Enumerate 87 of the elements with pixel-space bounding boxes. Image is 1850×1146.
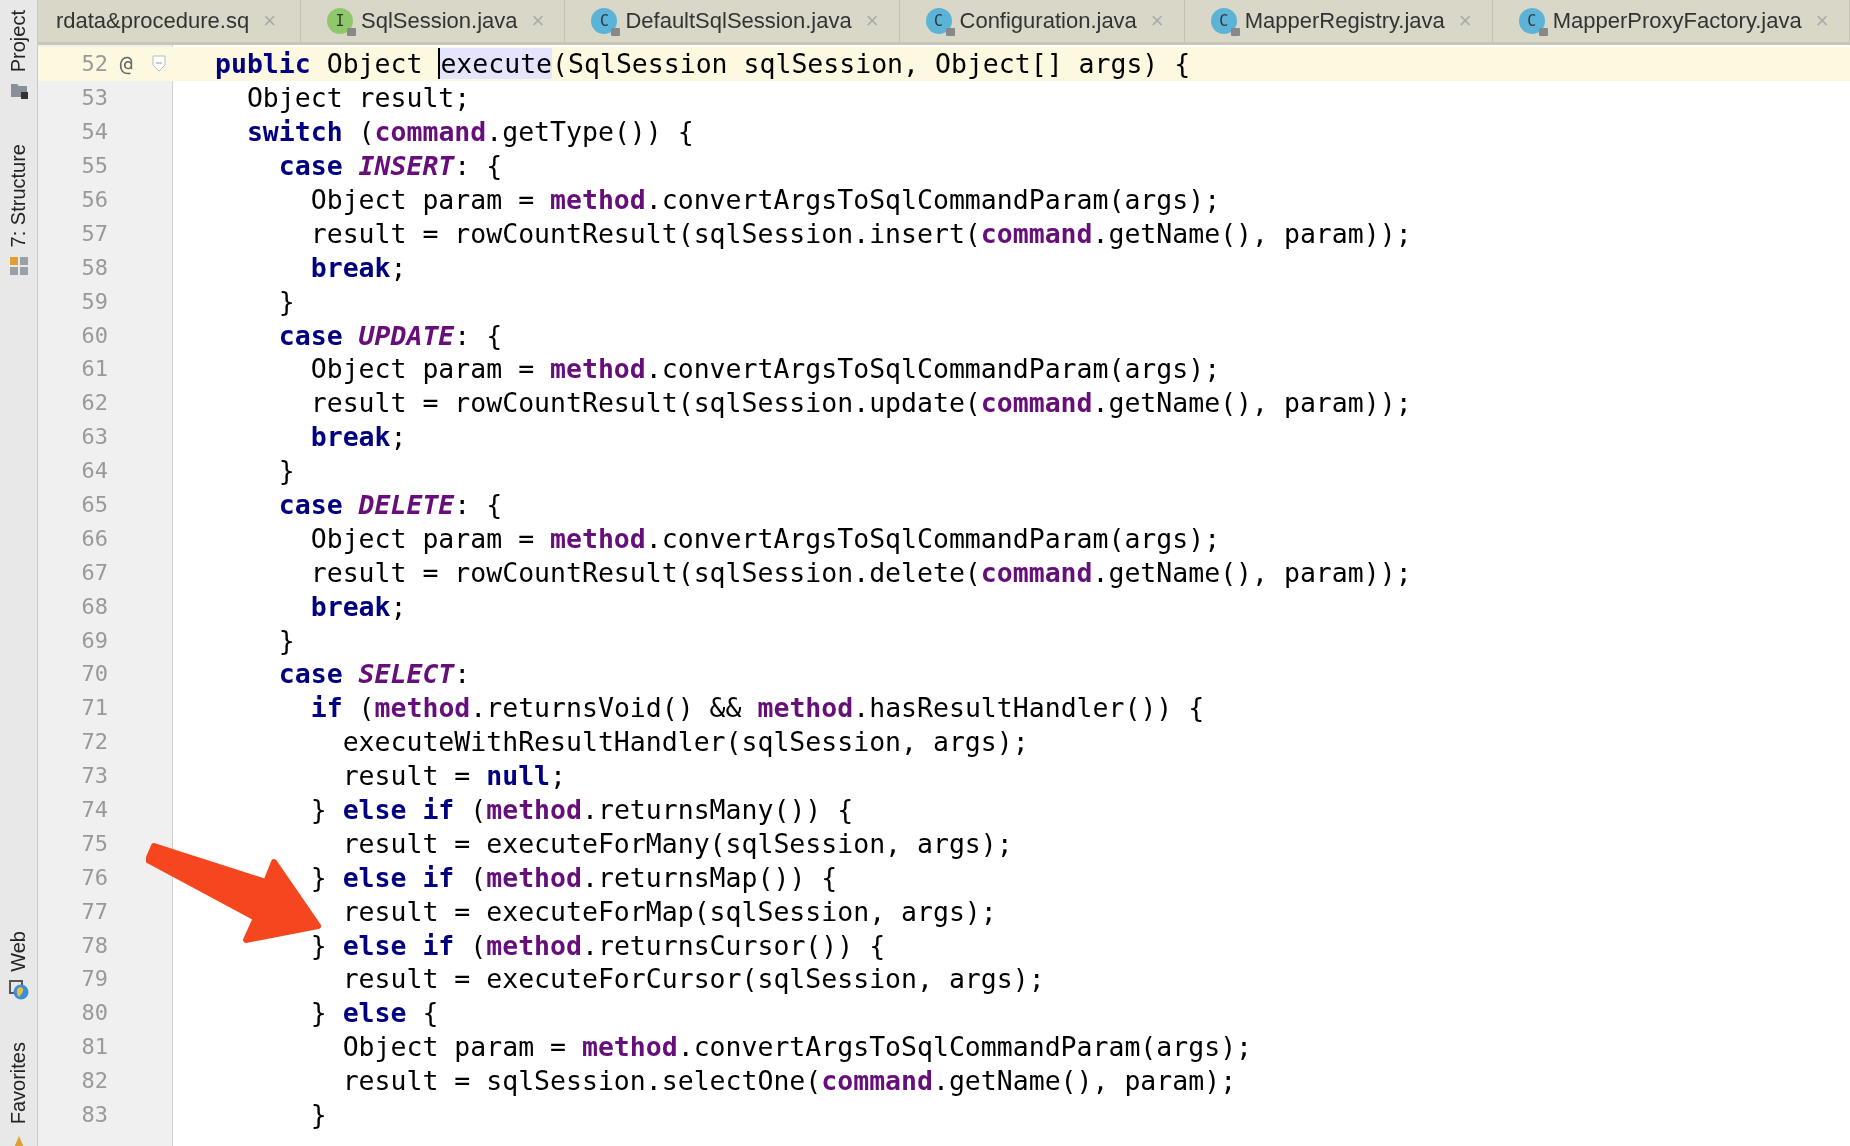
line-number: 75 bbox=[80, 830, 108, 856]
line-number: 78 bbox=[80, 932, 108, 958]
line-number: 83 bbox=[80, 1102, 108, 1128]
code-line: } else if (method.returnsMany()) { bbox=[309, 794, 854, 826]
editor-tab[interactable]: rdata&procedure.sq × bbox=[38, 0, 301, 42]
line-number: 74 bbox=[80, 797, 108, 823]
line-number: 82 bbox=[80, 1068, 108, 1094]
code-line: } bbox=[277, 285, 295, 317]
code-line: result = executeForMany(sqlSession, args); bbox=[341, 827, 1013, 859]
line-number: 63 bbox=[80, 424, 108, 450]
tab-label: rdata&procedure.sq bbox=[55, 8, 250, 34]
tab-label: Configuration.java bbox=[959, 8, 1137, 34]
code-line: case SELECT: bbox=[277, 658, 471, 690]
structure-icon bbox=[8, 255, 29, 276]
code-line: executeWithResultHandler(sqlSession, args); bbox=[341, 726, 1029, 758]
class-icon: C bbox=[591, 8, 618, 34]
editor-tab[interactable]: I SqlSession.java × bbox=[301, 0, 566, 42]
code-line: Object param = method.convertArgsToSqlCommandParam(args); bbox=[309, 353, 1221, 385]
code-line: result = sqlSession.selectOne(command.getName(), param); bbox=[341, 1065, 1237, 1097]
line-number: 61 bbox=[80, 356, 108, 382]
code-line: Object param = method.convertArgsToSqlCommandParam(args); bbox=[309, 184, 1221, 215]
line-number: 65 bbox=[80, 492, 108, 517]
code-line: } else if (method.returnsMap()) { bbox=[309, 861, 838, 893]
code-line: result = executeForCursor(sqlSession, args); bbox=[341, 963, 1045, 995]
line-number: 76 bbox=[80, 864, 108, 890]
line-number: 79 bbox=[80, 966, 108, 992]
tab-label: SqlSession.java bbox=[361, 8, 518, 34]
editor-tab[interactable]: C Configuration.java × bbox=[899, 0, 1185, 42]
override-marker: @ bbox=[119, 51, 133, 77]
code-line: case DELETE: { bbox=[277, 489, 503, 520]
code-line: } bbox=[309, 1099, 327, 1131]
tool-window-tab[interactable]: Web bbox=[7, 931, 30, 972]
code-line: result = rowCountResult(sqlSession.delete(command.getName(), param)); bbox=[309, 556, 1412, 588]
line-number: 69 bbox=[80, 627, 108, 653]
class-icon: C bbox=[925, 8, 952, 34]
code-line: break; bbox=[309, 590, 407, 622]
code-line: switch (command.getType()) { bbox=[245, 116, 694, 148]
class-icon: C bbox=[1210, 8, 1237, 34]
class-icon: C bbox=[1518, 8, 1545, 34]
line-number: 72 bbox=[80, 729, 108, 755]
code-line: result = rowCountResult(sqlSession.insert(command.getName(), param)); bbox=[309, 217, 1412, 249]
line-number: 80 bbox=[80, 1000, 108, 1026]
line-number: 56 bbox=[80, 187, 108, 212]
line-number: 60 bbox=[80, 322, 108, 348]
editor-tab[interactable]: C MapperRegistry.java × bbox=[1184, 0, 1493, 42]
line-number: 67 bbox=[80, 559, 108, 585]
tool-window-tab[interactable]: 7: Structure bbox=[7, 144, 30, 248]
line-number: 68 bbox=[80, 593, 108, 619]
line-number: 62 bbox=[80, 390, 108, 416]
interface-icon: I bbox=[327, 8, 353, 34]
line-number: 81 bbox=[80, 1034, 108, 1060]
tool-window-tab[interactable]: Favorites bbox=[7, 1041, 30, 1124]
code-line: Object param = method.convertArgsToSqlCommandParam(args); bbox=[341, 1031, 1253, 1063]
code-line: break; bbox=[309, 421, 407, 453]
line-number: 71 bbox=[80, 695, 108, 721]
editor-tab[interactable]: C DefaultSqlSession.java × bbox=[565, 0, 900, 42]
line-number: 57 bbox=[80, 220, 108, 246]
line-number: 77 bbox=[80, 898, 108, 924]
line-number: 55 bbox=[80, 153, 108, 179]
code-line: if (method.returnsVoid() && method.hasResultHandler()) { bbox=[309, 692, 1205, 724]
line-number: 59 bbox=[80, 288, 108, 314]
code-line: result = executeForMap(sqlSession, args); bbox=[341, 895, 997, 927]
line-number: 73 bbox=[80, 763, 108, 789]
line-number: 70 bbox=[80, 661, 108, 687]
code-line: } bbox=[277, 624, 295, 656]
tool-window-tab[interactable]: Project bbox=[7, 10, 30, 73]
line-number: 66 bbox=[80, 525, 108, 551]
line-number: 58 bbox=[80, 254, 108, 280]
tab-label: MapperProxyFactory.java bbox=[1552, 8, 1802, 34]
code-line: break; bbox=[309, 251, 407, 283]
code-line: result = null; bbox=[341, 760, 567, 792]
code-line: result = rowCountResult(sqlSession.update(command.getName(), param)); bbox=[309, 387, 1412, 419]
tab-label: MapperRegistry.java bbox=[1244, 8, 1445, 34]
code-line: Object param = method.convertArgsToSqlCommandParam(args); bbox=[309, 522, 1221, 554]
globe-icon bbox=[8, 979, 29, 1000]
code-line: case UPDATE: { bbox=[277, 319, 503, 351]
code-line: } else { bbox=[309, 997, 439, 1029]
line-number: 64 bbox=[80, 458, 108, 484]
code-line: } else if (method.returnsCursor()) { bbox=[309, 929, 886, 961]
line-number: 53 bbox=[80, 85, 108, 111]
code-line: } bbox=[277, 455, 295, 487]
line-number: 54 bbox=[80, 119, 108, 145]
code-line: public Object execute(SqlSession sqlSession, Object[] args) { bbox=[215, 48, 1191, 80]
tab-label: DefaultSqlSession.java bbox=[625, 8, 852, 34]
editor-tab[interactable]: C MapperProxyFactory.java × bbox=[1492, 0, 1850, 42]
code-line: case INSERT: { bbox=[277, 150, 503, 182]
code-line: Object result; bbox=[245, 82, 471, 114]
